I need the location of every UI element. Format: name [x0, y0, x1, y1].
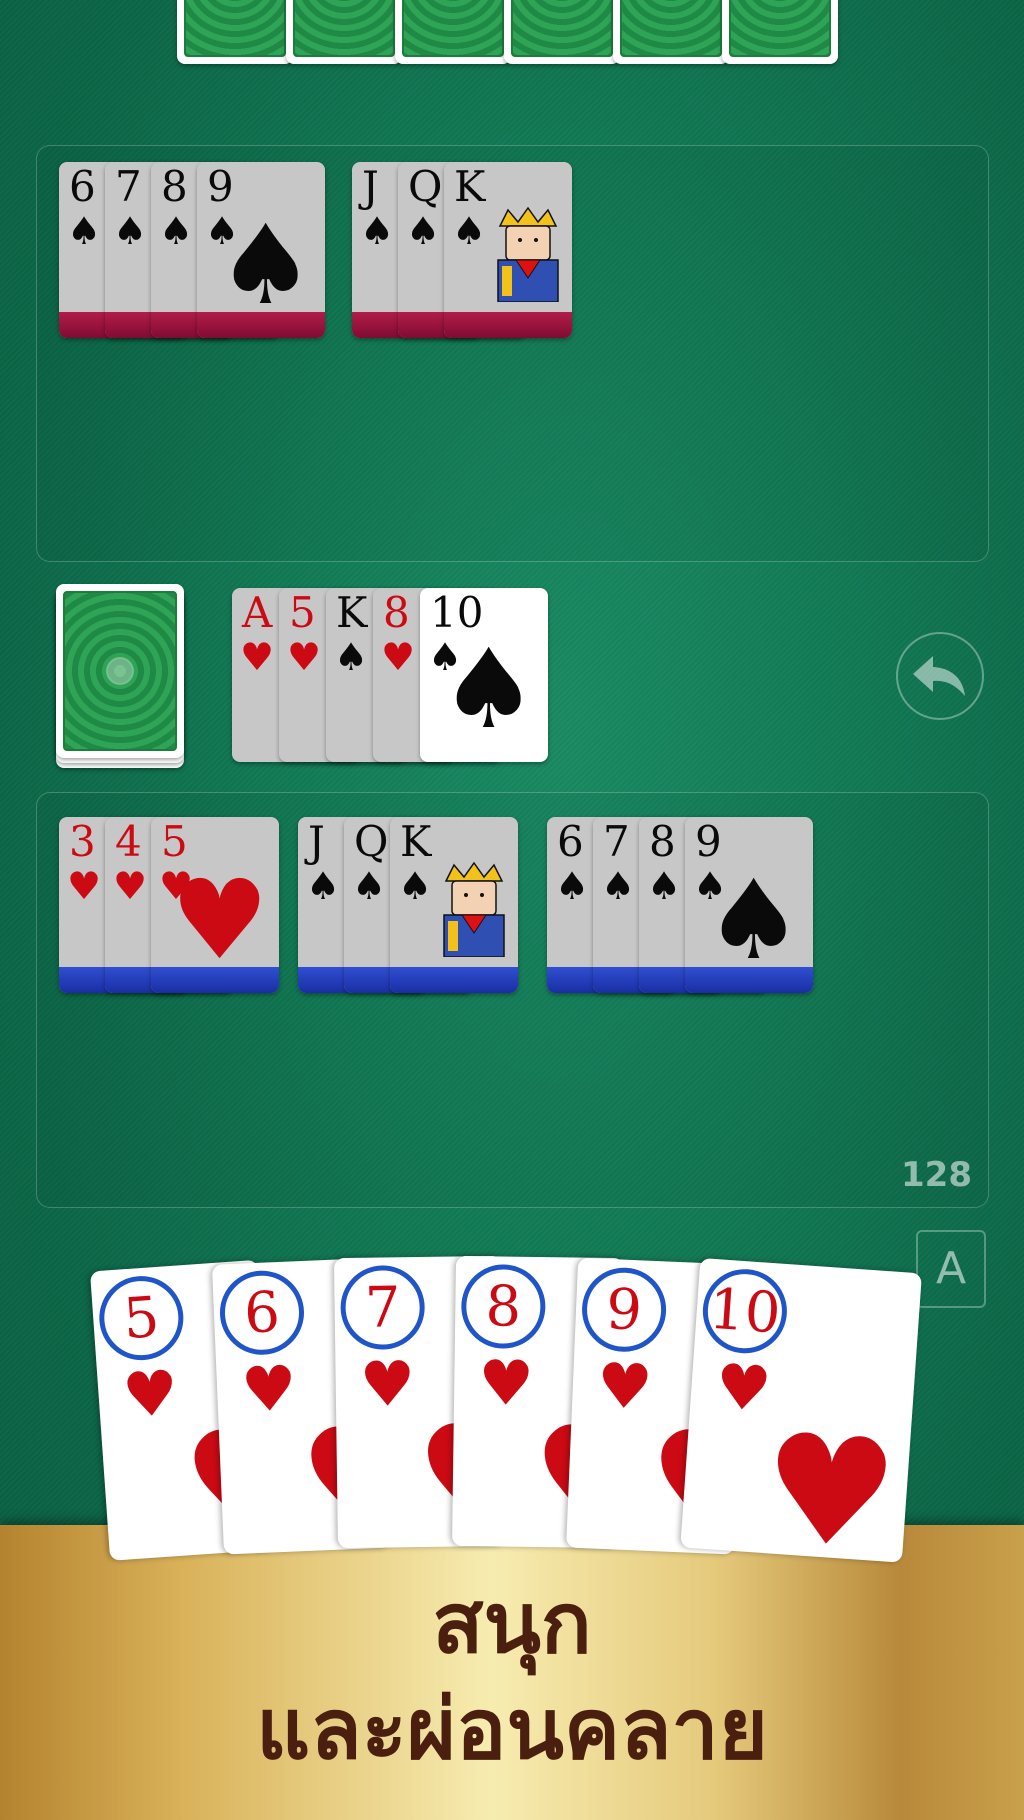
banner-line-2: และผ่อนคลาย [256, 1680, 768, 1778]
heart-icon: ♥ [67, 864, 102, 908]
promo-banner: สนุก และผ่อนคลาย [0, 1525, 1024, 1820]
card-rank: 6 [218, 1268, 306, 1357]
hand-card[interactable]: 10 ♥ ♥ [680, 1257, 922, 1563]
heart-icon: ♥ [595, 1348, 654, 1424]
spade-icon: ♠ [601, 864, 636, 908]
card-rank: 7 [340, 1264, 426, 1351]
banner-line-1: สนุก [432, 1574, 592, 1672]
spade-icon: ♠ [439, 625, 538, 753]
auto-sort-button[interactable]: A [916, 1230, 986, 1308]
heart-icon: ♥ [359, 1347, 416, 1421]
meld-strip [390, 967, 518, 993]
spade-icon: ♠ [452, 209, 487, 253]
heart-icon: ♥ [240, 635, 275, 679]
meld-card: K ♠ [444, 162, 572, 338]
meld-strip [444, 312, 572, 338]
card-rank: A [242, 588, 273, 637]
card-rank: 6 [557, 817, 584, 866]
spade-icon: ♠ [113, 209, 148, 253]
card-rank: J [308, 817, 325, 866]
meld-card: K ♠ [390, 817, 518, 993]
spade-icon: ♠ [704, 856, 803, 984]
opponent-card-back [395, 0, 511, 64]
spade-icon: ♠ [306, 864, 341, 908]
spade-icon: ♠ [67, 209, 102, 253]
heart-icon: ♥ [477, 1346, 535, 1420]
meld-strip [151, 967, 279, 993]
heart-icon: ♥ [713, 1349, 774, 1427]
undo-arrow-icon [913, 656, 965, 696]
spade-icon: ♠ [555, 864, 590, 908]
card-rank: K [400, 817, 432, 866]
card-rank: K [454, 162, 486, 211]
spade-icon: ♠ [334, 635, 369, 679]
spade-icon: ♠ [360, 209, 395, 253]
heart-icon: ♥ [381, 635, 416, 679]
spade-icon: ♠ [352, 864, 387, 908]
card-rank: 8 [649, 817, 676, 866]
heart-icon: ♥ [120, 1355, 181, 1433]
heart-icon: ♥ [170, 856, 269, 984]
opponent-card-back [504, 0, 620, 64]
score-value: 128 [901, 1155, 972, 1195]
heart-icon: ♥ [113, 864, 148, 908]
meld-card: 5 ♥ ♥ [151, 817, 279, 993]
spade-icon: ♠ [216, 201, 315, 329]
card-rank: 5 [289, 588, 316, 637]
card-rank: J [362, 162, 379, 211]
stock-card-top[interactable] [56, 584, 184, 758]
card-rank: 6 [69, 162, 96, 211]
meld-strip [197, 312, 325, 338]
spade-icon: ♠ [159, 209, 194, 253]
undo-button[interactable] [896, 632, 984, 720]
heart-icon: ♥ [287, 635, 322, 679]
spade-icon: ♠ [647, 864, 682, 908]
king-face-icon [443, 861, 505, 957]
card-rank: 3 [69, 817, 96, 866]
heart-icon: ♥ [239, 1351, 299, 1427]
meld-card: 9 ♠ ♠ [197, 162, 325, 338]
card-rank: 7 [603, 817, 630, 866]
heart-icon: ♥ [756, 1401, 903, 1563]
card-rank: Q [408, 162, 443, 211]
card-rank: 7 [115, 162, 142, 211]
card-rank: 8 [383, 588, 410, 637]
king-face-icon [497, 206, 559, 302]
card-rank: 10 [700, 1266, 790, 1357]
meld-card: 9 ♠ ♠ [685, 817, 813, 993]
opponent-card-back [722, 0, 838, 64]
opponent-card-back [177, 0, 293, 64]
discard-top-card[interactable]: 10 ♠ ♠ [420, 588, 548, 762]
card-rank: Q [354, 817, 389, 866]
card-rank: K [336, 588, 368, 637]
spade-icon: ♠ [406, 209, 441, 253]
spade-icon: ♠ [398, 864, 433, 908]
stock-pile[interactable] [56, 584, 186, 770]
opponent-card-back [286, 0, 402, 64]
meld-strip [685, 967, 813, 993]
card-rank: 4 [115, 817, 142, 866]
card-rank: 5 [96, 1273, 187, 1363]
card-rank: 8 [161, 162, 188, 211]
opponent-card-back [613, 0, 729, 64]
card-rank: 8 [460, 1263, 546, 1350]
card-rank: 9 [580, 1265, 668, 1354]
